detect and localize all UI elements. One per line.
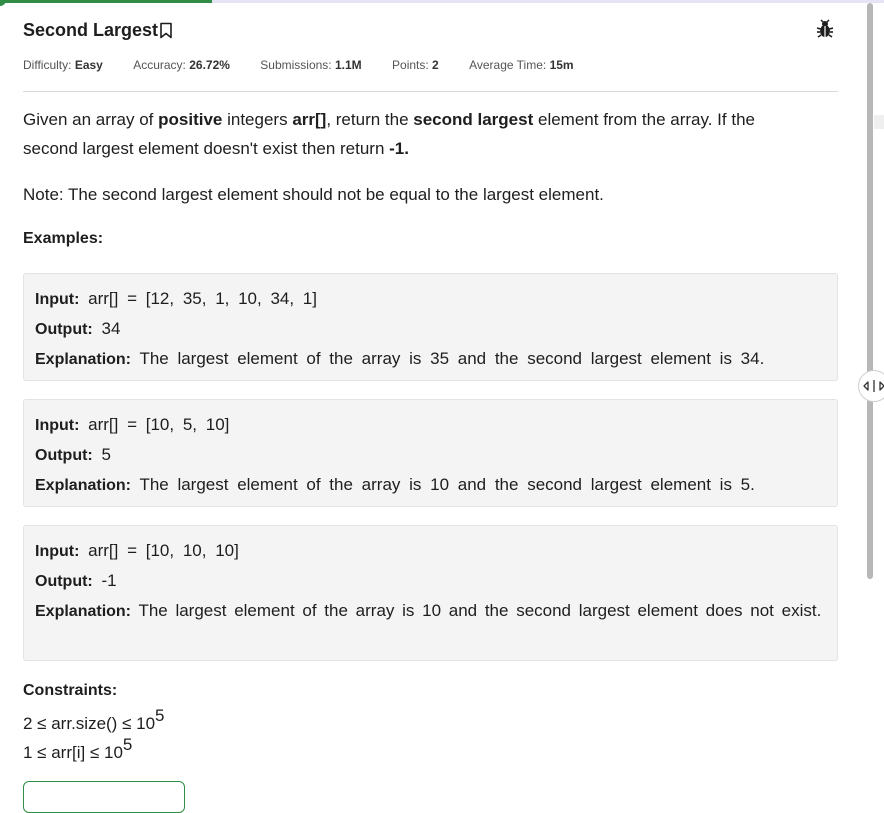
problem-statement: Given an array of positive integers arr[… bbox=[23, 105, 813, 163]
partially-visible-button[interactable] bbox=[23, 781, 185, 813]
example-explanation-line: Explanation: The largest element of the … bbox=[35, 470, 825, 500]
submissions-label: Submissions: bbox=[260, 58, 332, 72]
example-block: Input: arr[] = [12, 35, 1, 10, 34, 1] Ou… bbox=[23, 273, 838, 381]
statement-text: , return the bbox=[326, 110, 414, 129]
constraint-text: 1 ≤ arr[i] ≤ 10 bbox=[23, 743, 123, 762]
constraint-item: 2 ≤ arr.size() ≤ 105 bbox=[23, 706, 165, 734]
input-label: Input: bbox=[35, 543, 80, 560]
problem-note: Note: The second largest element should … bbox=[23, 185, 604, 204]
divider bbox=[23, 91, 838, 92]
example-explanation-line: Explanation: The largest element of the … bbox=[35, 344, 825, 374]
constraint-exponent: 5 bbox=[122, 735, 133, 754]
statement-bold: second largest bbox=[413, 110, 534, 129]
title-row: Second Largest bbox=[23, 17, 838, 43]
panel-resize-handle[interactable] bbox=[858, 370, 884, 402]
difficulty: Difficulty: Easy bbox=[23, 57, 103, 73]
explanation-label: Explanation: bbox=[35, 477, 132, 494]
input-value: arr[] = [10, 10, 10] bbox=[88, 541, 239, 560]
output-label: Output: bbox=[35, 573, 93, 590]
explanation-text: The largest element of the array is 10 a… bbox=[139, 475, 755, 494]
average-time-label: Average Time: bbox=[469, 58, 547, 72]
input-label: Input: bbox=[35, 417, 80, 434]
example-input-line: Input: arr[] = [10, 10, 10] bbox=[35, 536, 825, 566]
output-value: 5 bbox=[101, 445, 111, 464]
statement-text: Given an array of bbox=[23, 110, 159, 129]
input-value: arr[] = [10, 5, 10] bbox=[88, 415, 230, 434]
scrollbar-thumb[interactable] bbox=[867, 3, 873, 579]
example-input-line: Input: arr[] = [10, 5, 10] bbox=[35, 410, 825, 440]
example-block: Input: arr[] = [10, 5, 10] Output: 5 Exp… bbox=[23, 399, 838, 507]
problem-title: Second Largest bbox=[23, 20, 159, 40]
explanation-label: Explanation: bbox=[35, 603, 132, 620]
constraints-heading: Constraints: bbox=[23, 682, 118, 699]
submissions-value: 1.1M bbox=[334, 58, 362, 72]
statement-bold: positive bbox=[158, 110, 223, 129]
submissions: Submissions: 1.1M bbox=[260, 57, 361, 73]
side-scroll-strip bbox=[874, 115, 884, 129]
bug-icon[interactable] bbox=[816, 19, 834, 39]
page-progress-bar bbox=[0, 0, 884, 6]
explanation-text: The largest element of the array is 10 a… bbox=[138, 601, 822, 620]
output-value: -1 bbox=[101, 571, 117, 590]
explanation-text: The largest element of the array is 35 a… bbox=[139, 349, 765, 368]
example-output-line: Output: -1 bbox=[35, 566, 825, 596]
average-time: Average Time: 15m bbox=[469, 57, 574, 73]
example-input-line: Input: arr[] = [12, 35, 1, 10, 34, 1] bbox=[35, 284, 825, 314]
constraint-exponent: 5 bbox=[155, 706, 165, 725]
example-output-line: Output: 5 bbox=[35, 440, 825, 470]
average-time-value: 15m bbox=[549, 58, 574, 72]
resize-arrows-icon bbox=[863, 380, 884, 392]
statement-bold: -1. bbox=[389, 139, 409, 158]
statement-bold: arr[] bbox=[292, 110, 327, 129]
output-value: 34 bbox=[101, 319, 121, 338]
accuracy-label: Accuracy: bbox=[133, 58, 186, 72]
example-explanation-line: Explanation: The largest element of the … bbox=[35, 596, 825, 626]
statement-text: integers bbox=[222, 110, 293, 129]
constraint-item: 1 ≤ arr[i] ≤ 105 bbox=[23, 735, 132, 763]
input-label: Input: bbox=[35, 291, 80, 308]
example-output-line: Output: 34 bbox=[35, 314, 825, 344]
difficulty-value: Easy bbox=[74, 58, 103, 72]
points: Points: 2 bbox=[392, 57, 439, 73]
progress-fill bbox=[0, 0, 212, 3]
example-block: Input: arr[] = [10, 10, 10] Output: -1 E… bbox=[23, 525, 838, 661]
problem-meta: Difficulty: Easy Accuracy: 26.72% Submis… bbox=[23, 57, 601, 73]
progress-dot bbox=[0, 0, 6, 6]
difficulty-label: Difficulty: bbox=[23, 58, 72, 72]
accuracy-value: 26.72% bbox=[189, 58, 230, 72]
explanation-label: Explanation: bbox=[35, 351, 132, 368]
accuracy: Accuracy: 26.72% bbox=[133, 57, 230, 73]
bookmark-icon[interactable] bbox=[159, 22, 173, 39]
examples-heading: Examples: bbox=[23, 230, 104, 247]
constraint-text: 2 ≤ arr.size() ≤ 10 bbox=[23, 714, 156, 733]
points-label: Points: bbox=[392, 58, 429, 72]
input-value: arr[] = [12, 35, 1, 10, 34, 1] bbox=[88, 289, 317, 308]
points-value: 2 bbox=[432, 58, 439, 72]
output-label: Output: bbox=[35, 321, 93, 338]
output-label: Output: bbox=[35, 447, 93, 464]
